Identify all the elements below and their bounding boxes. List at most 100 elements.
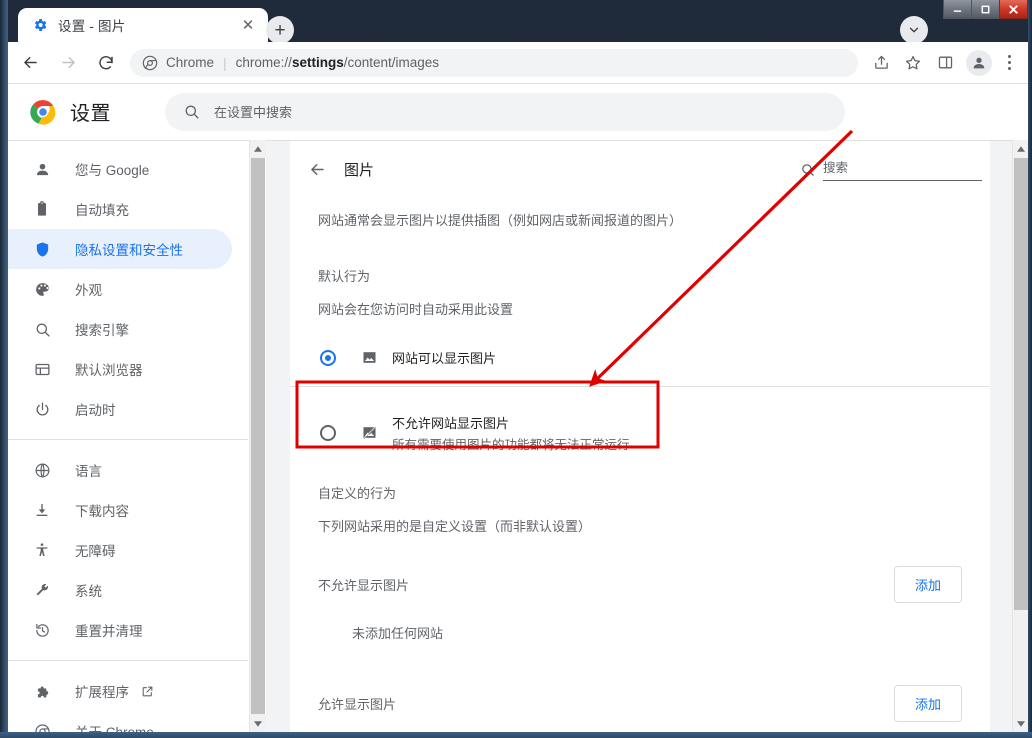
radio-button[interactable]	[320, 424, 336, 441]
caret-up-icon	[254, 145, 262, 152]
reload-button[interactable]	[90, 47, 122, 79]
window-frame-bottom	[0, 732, 1032, 738]
radio-button[interactable]	[320, 349, 336, 366]
side-panel-button[interactable]	[930, 48, 960, 78]
search-icon	[32, 319, 52, 339]
sidebar-item-downloads[interactable]: 下载内容	[8, 490, 232, 530]
subpage-header: 图片 搜索	[290, 141, 990, 197]
close-icon[interactable]: ✕	[238, 15, 258, 35]
gear-icon	[32, 17, 48, 33]
sidebar-item-label: 下载内容	[75, 504, 129, 519]
content-search[interactable]: 搜索	[800, 157, 982, 181]
scroll-up-arrow[interactable]	[1013, 140, 1028, 157]
bookmark-button[interactable]	[898, 48, 928, 78]
wrench-icon	[32, 580, 52, 600]
caret-up-icon	[1017, 145, 1025, 152]
settings-search-box[interactable]: 在设置中搜索	[165, 92, 845, 131]
add-button[interactable]: 添加	[893, 566, 962, 604]
sidebar-item-label: 启动时	[75, 403, 116, 418]
sidebar-item-default-browser[interactable]: 默认浏览器	[8, 349, 232, 389]
option-title: 网站可以显示图片	[392, 351, 497, 367]
tab-title: 设置 - 图片	[58, 19, 126, 34]
settings-sidebar: 您与 Google 自动填充 隐私设置和安全性 外观 搜索引擎 默认浏览器 启动…	[8, 141, 248, 732]
scroll-up-arrow[interactable]	[250, 140, 266, 157]
add-button[interactable]: 添加	[893, 685, 962, 723]
sidebar-item-system[interactable]: 系统	[8, 570, 232, 610]
power-icon	[32, 399, 52, 419]
images-description: 网站通常会显示图片以提供插图（例如网店或新闻报道的图片）	[318, 213, 683, 228]
url-text: chrome://settings/content/images	[236, 55, 439, 70]
scrollbar-thumb[interactable]	[1014, 158, 1028, 610]
sidebar-item-about-chrome[interactable]: 关于 Chrome	[8, 711, 232, 732]
autofill-icon	[32, 199, 52, 219]
sidebar-divider	[8, 439, 248, 440]
sidebar-item-privacy-and-security[interactable]: 隐私设置和安全性	[8, 229, 232, 269]
shield-icon	[32, 239, 52, 259]
option-title: 不允许网站显示图片	[392, 415, 510, 431]
sidebar-item-autofill[interactable]: 自动填充	[8, 189, 232, 229]
settings-page: 设置 在设置中搜索 您与 Google 自动填充 隐私设置和安全性 外观 搜索引…	[8, 84, 1028, 732]
minimize-button[interactable]	[943, 0, 972, 19]
side-panel-icon	[938, 56, 952, 69]
maximize-button[interactable]	[971, 0, 1000, 19]
sidebar-nav-list: 您与 Google 自动填充 隐私设置和安全性 外观 搜索引擎 默认浏览器 启动…	[8, 141, 248, 732]
share-button[interactable]	[866, 48, 896, 78]
globe-icon	[32, 460, 52, 480]
list-label: 不允许显示图片	[318, 578, 410, 594]
sidebar-item-label: 您与 Google	[75, 163, 150, 178]
option-divider	[290, 385, 990, 387]
title-bar: 设置 - 图片 ✕ +	[0, 0, 1032, 44]
minimize-icon	[953, 9, 962, 12]
settings-header: 设置 在设置中搜索	[8, 84, 1028, 140]
sidebar-item-appearance[interactable]: 外观	[8, 269, 232, 309]
address-bar[interactable]: Chrome | chrome://settings/content/image…	[130, 48, 858, 77]
profile-avatar[interactable]	[966, 49, 992, 76]
caret-down-icon	[1017, 720, 1025, 727]
chevron-down-icon	[909, 27, 919, 33]
scroll-down-arrow[interactable]	[1013, 715, 1028, 732]
sidebar-item-label: 扩展程序	[75, 685, 129, 700]
settings-search-input[interactable]: 在设置中搜索	[214, 102, 292, 121]
sidebar-item-extensions[interactable]: 扩展程序	[8, 671, 232, 711]
sidebar-item-label: 语言	[75, 464, 102, 479]
sidebar-item-on-startup[interactable]: 启动时	[8, 389, 232, 429]
content-search-input[interactable]: 搜索	[823, 161, 848, 175]
puzzle-icon	[32, 681, 52, 701]
image-icon	[360, 349, 378, 367]
forward-button[interactable]	[52, 47, 84, 79]
settings-main: 您与 Google 自动填充 隐私设置和安全性 外观 搜索引擎 默认浏览器 启动…	[8, 140, 1028, 732]
default-behavior-label: 默认行为	[318, 268, 371, 284]
option-texts: 不允许网站显示图片 所有需要使用图片的功能都将无法正常运行	[392, 413, 630, 453]
back-button[interactable]	[14, 47, 46, 79]
sidebar-item-accessibility[interactable]: 无障碍	[8, 530, 232, 570]
radio-option-allow-images[interactable]: 网站可以显示图片	[318, 336, 962, 380]
chrome-menu-button[interactable]	[996, 48, 1022, 78]
content-scrollbar[interactable]	[1012, 140, 1028, 732]
sidebar-item-label: 关于 Chrome	[75, 721, 154, 732]
scrollbar-thumb[interactable]	[251, 158, 265, 714]
images-settings-card: 图片 搜索 网站通常会显示图片以提供插图（例如网店或新闻报道的图片） 默认行为 …	[290, 141, 990, 732]
chrome-logo-icon	[142, 55, 158, 71]
sidebar-item-you-and-google[interactable]: 您与 Google	[8, 149, 232, 189]
scroll-down-arrow[interactable]	[250, 715, 266, 732]
browser-tab[interactable]: 设置 - 图片 ✕	[18, 8, 268, 42]
block-list-header: 不允许显示图片 添加	[318, 557, 962, 613]
allow-list-header: 允许显示图片 添加	[318, 676, 962, 732]
settings-content: 图片 搜索 网站通常会显示图片以提供插图（例如网店或新闻报道的图片） 默认行为 …	[266, 141, 1012, 732]
sidebar-scrollbar[interactable]	[249, 140, 266, 732]
radio-option-block-images[interactable]: 不允许网站显示图片 所有需要使用图片的功能都将无法正常运行	[318, 405, 962, 461]
chrome-logo-icon	[30, 99, 56, 125]
close-window-button[interactable]	[999, 0, 1028, 19]
sidebar-item-languages[interactable]: 语言	[8, 450, 232, 490]
back-button[interactable]	[300, 152, 334, 186]
new-tab-button[interactable]: +	[266, 16, 294, 44]
plus-icon: +	[274, 19, 286, 41]
url-prefix: chrome://	[235, 55, 292, 70]
three-dot-menu-icon	[1007, 55, 1011, 58]
sidebar-item-search-engine[interactable]: 搜索引擎	[8, 309, 232, 349]
tab-search-button[interactable]	[900, 16, 928, 44]
content-search-field[interactable]: 搜索	[823, 157, 982, 181]
omnibox-separator: |	[223, 54, 227, 71]
url-suffix: /content/images	[343, 55, 440, 70]
sidebar-item-reset-and-cleanup[interactable]: 重置并清理	[8, 610, 232, 650]
